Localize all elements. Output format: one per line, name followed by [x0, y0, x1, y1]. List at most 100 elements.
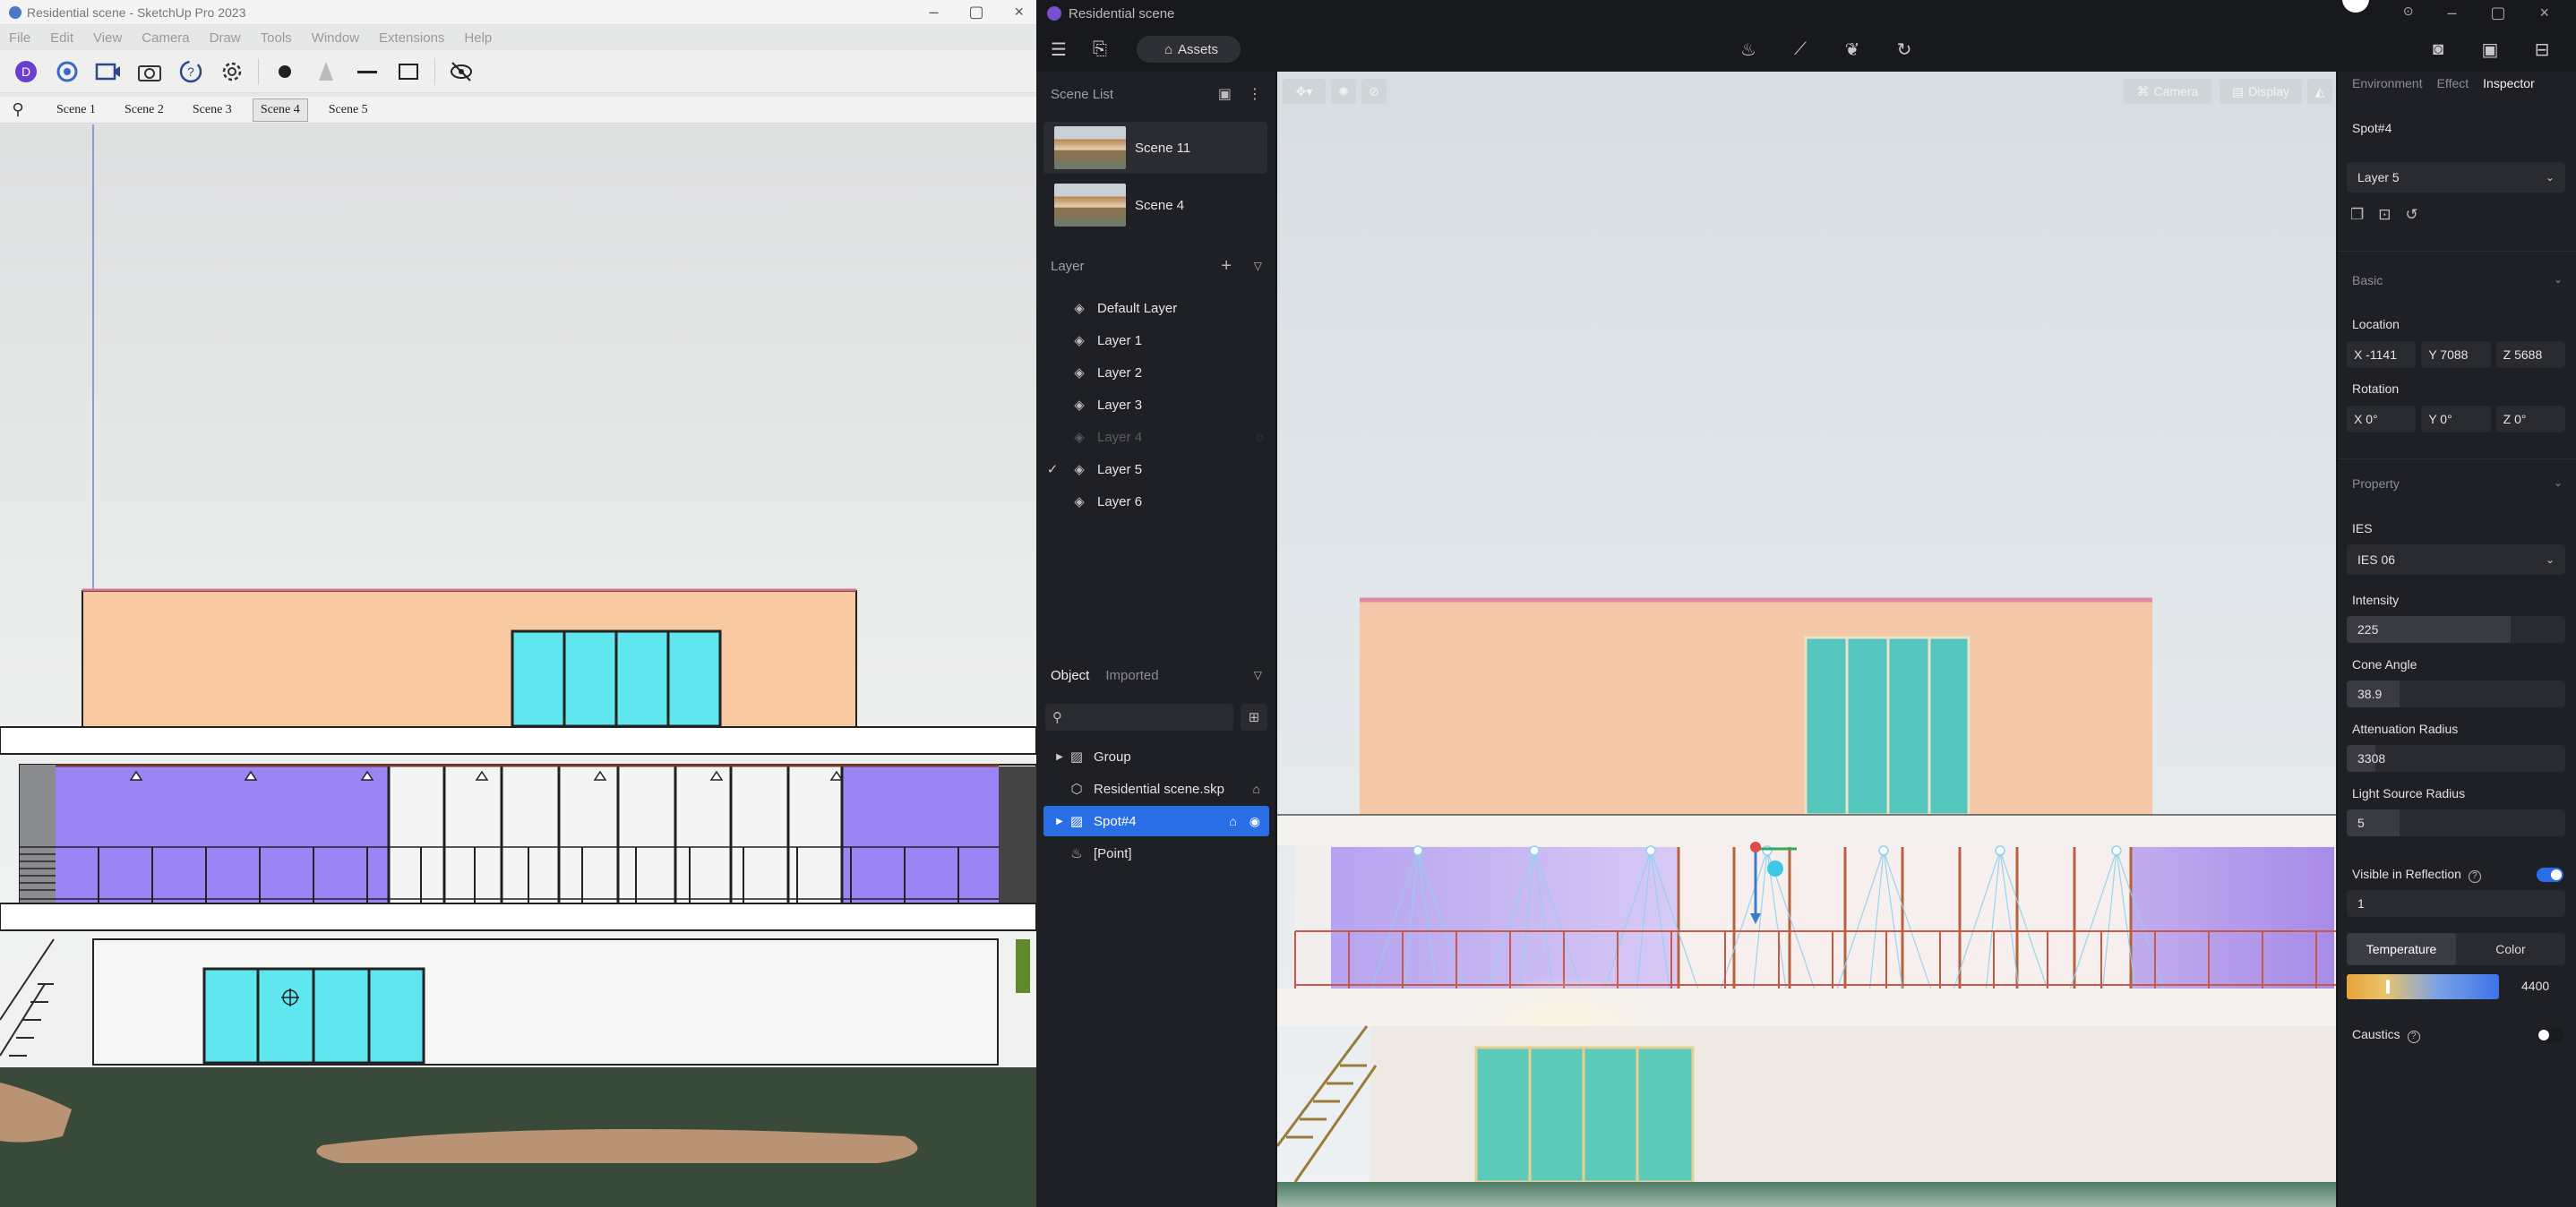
object-filter-icon[interactable]: ▽ [1254, 669, 1262, 681]
light-source-radius-slider[interactable]: 5 [2347, 809, 2565, 836]
menu-window[interactable]: Window [312, 30, 359, 46]
caustics-toggle[interactable] [2537, 1028, 2563, 1042]
add-scene-icon[interactable]: ▣ [1218, 85, 1232, 103]
layer-filter-icon[interactable]: ▽ [1254, 260, 1262, 272]
help-icon[interactable]: ? [2468, 870, 2481, 883]
expand-arrow-icon[interactable]: ▶ [1052, 817, 1067, 826]
object-item-spot[interactable]: ▶ ▨ Spot#4 ⌂ ◉ [1043, 806, 1269, 836]
object-search-box[interactable]: ⚲ [1045, 704, 1233, 731]
rotation-y-field[interactable]: Y 0° [2421, 406, 2491, 432]
sketchup-model-canvas[interactable] [0, 124, 1036, 1207]
property-section-header[interactable]: Property ⌄ [2352, 476, 2563, 491]
visible-in-reflection-toggle[interactable] [2537, 868, 2563, 882]
layer-item-5[interactable]: ✓ ◈ Layer 5 [1036, 453, 1276, 485]
rotation-z-field[interactable]: Z 0° [2495, 406, 2565, 432]
attenuation-radius-slider[interactable]: 3308 [2347, 745, 2565, 772]
layer-item-6[interactable]: ◈ Layer 6 [1036, 485, 1276, 518]
object-item-point[interactable]: ♨ [Point] [1043, 838, 1269, 869]
assets-button[interactable]: ⌂ Assets [1137, 36, 1241, 63]
temperature-slider-handle[interactable] [2386, 980, 2390, 994]
object-item-group[interactable]: ▶ ▨ Group [1043, 741, 1269, 772]
expand-arrow-icon[interactable]: ▶ [1052, 752, 1067, 762]
menu-help[interactable]: Help [464, 30, 492, 46]
scene-tab-1[interactable]: Scene 1 [48, 98, 104, 122]
minimize-icon[interactable]: – [929, 0, 938, 23]
camera-button[interactable]: ⌘ Camera [2124, 79, 2211, 104]
reflection-value-field[interactable]: 1 [2347, 890, 2565, 917]
refresh-icon[interactable]: ↻ [1891, 36, 1918, 63]
minimize-icon[interactable]: – [2447, 4, 2456, 22]
visibility-eye-icon[interactable]: ◉ [1249, 814, 1260, 829]
sync-icon[interactable] [52, 56, 82, 87]
tab-object[interactable]: Object [1051, 668, 1089, 683]
menu-edit[interactable]: Edit [50, 30, 73, 46]
hidden-eye-icon[interactable]: ◌ [1257, 430, 1264, 444]
spot-light-icon[interactable] [311, 56, 341, 87]
point-light-icon[interactable] [270, 56, 300, 87]
hide-light-icon[interactable] [446, 56, 477, 87]
rotation-x-field[interactable]: X 0° [2347, 406, 2417, 432]
basic-section-header[interactable]: Basic ⌄ [2352, 273, 2563, 287]
menu-view[interactable]: View [93, 30, 122, 46]
scene-list-item[interactable]: Scene 11 [1043, 122, 1267, 174]
menu-draw[interactable]: Draw [210, 30, 241, 46]
lock-icon[interactable]: ⌂ [1229, 814, 1236, 829]
temperature-tab[interactable]: Temperature [2347, 933, 2456, 965]
rect-light-icon[interactable] [393, 56, 424, 87]
help-icon[interactable]: ? [2407, 1031, 2420, 1043]
add-layer-icon[interactable]: + [1221, 256, 1232, 277]
ies-dropdown[interactable]: IES 06 ⌄ [2347, 544, 2565, 575]
layer-item-2[interactable]: ◈ Layer 2 [1036, 356, 1276, 389]
render-viewport[interactable]: ✥▾ ✺ ⊘ ⌘ Camera ▤ Display ◭ [1277, 72, 2336, 1207]
leaf-icon[interactable]: ❦ [1839, 36, 1866, 63]
tab-effect[interactable]: Effect [2437, 76, 2469, 90]
reset-icon[interactable]: ↺ [2406, 206, 2418, 224]
layer-item-4[interactable]: ◈ Layer 4 ◌ [1036, 421, 1276, 453]
cone-angle-slider[interactable]: 38.9 [2347, 681, 2565, 707]
import-file-icon[interactable]: ⎘ [1086, 36, 1113, 63]
layer-dropdown[interactable]: Layer 5 ⌄ [2347, 162, 2565, 193]
d5-plugin-icon[interactable]: D [11, 56, 41, 87]
tab-imported[interactable]: Imported [1105, 668, 1158, 683]
scene-tab-4[interactable]: Scene 4 [252, 98, 308, 122]
object-search-input[interactable] [1068, 710, 1220, 724]
link-icon[interactable]: ⊘ [1361, 79, 1387, 104]
help-icon[interactable]: ⊙ [2403, 4, 2414, 22]
settings-icon[interactable] [217, 56, 247, 87]
layer-item-3[interactable]: ◈ Layer 3 [1036, 389, 1276, 421]
more-options-icon[interactable]: ⋮ [1248, 85, 1262, 103]
help-icon[interactable]: ? [176, 56, 206, 87]
close-icon[interactable]: × [2539, 4, 2549, 22]
video-icon[interactable] [93, 56, 124, 87]
maximize-icon[interactable]: ▢ [968, 0, 983, 23]
menu-icon[interactable]: ☰ [1045, 36, 1072, 63]
lock-icon[interactable]: ⌂ [1253, 782, 1260, 796]
menu-file[interactable]: File [9, 30, 30, 46]
scene-tab-5[interactable]: Scene 5 [321, 98, 376, 122]
navigation-mode-icon[interactable]: ✥▾ [1283, 79, 1326, 104]
scene-list-item[interactable]: Scene 4 [1043, 179, 1267, 231]
video-record-icon[interactable]: ▣ [2477, 36, 2503, 63]
scene-tab-2[interactable]: Scene 2 [116, 98, 172, 122]
strip-light-icon[interactable] [352, 56, 382, 87]
location-z-field[interactable]: Z 5688 [2495, 341, 2565, 368]
close-icon[interactable]: × [1014, 0, 1024, 23]
layer-item-default[interactable]: ◈ Default Layer [1036, 292, 1276, 324]
perspective-icon[interactable]: ◭ [2307, 79, 2332, 104]
display-button[interactable]: ▤ Display [2220, 79, 2302, 104]
scene-tab-3[interactable]: Scene 3 [185, 98, 240, 122]
location-x-field[interactable]: X -1141 [2347, 341, 2417, 368]
focus-icon[interactable]: ⊡ [2378, 206, 2391, 224]
color-tab[interactable]: Color [2456, 933, 2565, 965]
camera-icon[interactable] [134, 56, 165, 87]
tab-inspector[interactable]: Inspector [2483, 76, 2535, 90]
light-bulb-icon[interactable]: ♨ [1735, 36, 1762, 63]
menu-tools[interactable]: Tools [261, 30, 292, 46]
search-icon[interactable]: ⚲ [0, 100, 36, 119]
tab-environment[interactable]: Environment [2352, 76, 2423, 90]
location-y-field[interactable]: Y 7088 [2421, 341, 2491, 368]
intensity-slider[interactable]: 225 [2347, 616, 2565, 643]
settings-icon[interactable]: ✺ [1331, 79, 1356, 104]
screenshot-icon[interactable]: ◙ [2425, 36, 2451, 63]
path-tool-icon[interactable]: ⟋ [1787, 36, 1814, 63]
